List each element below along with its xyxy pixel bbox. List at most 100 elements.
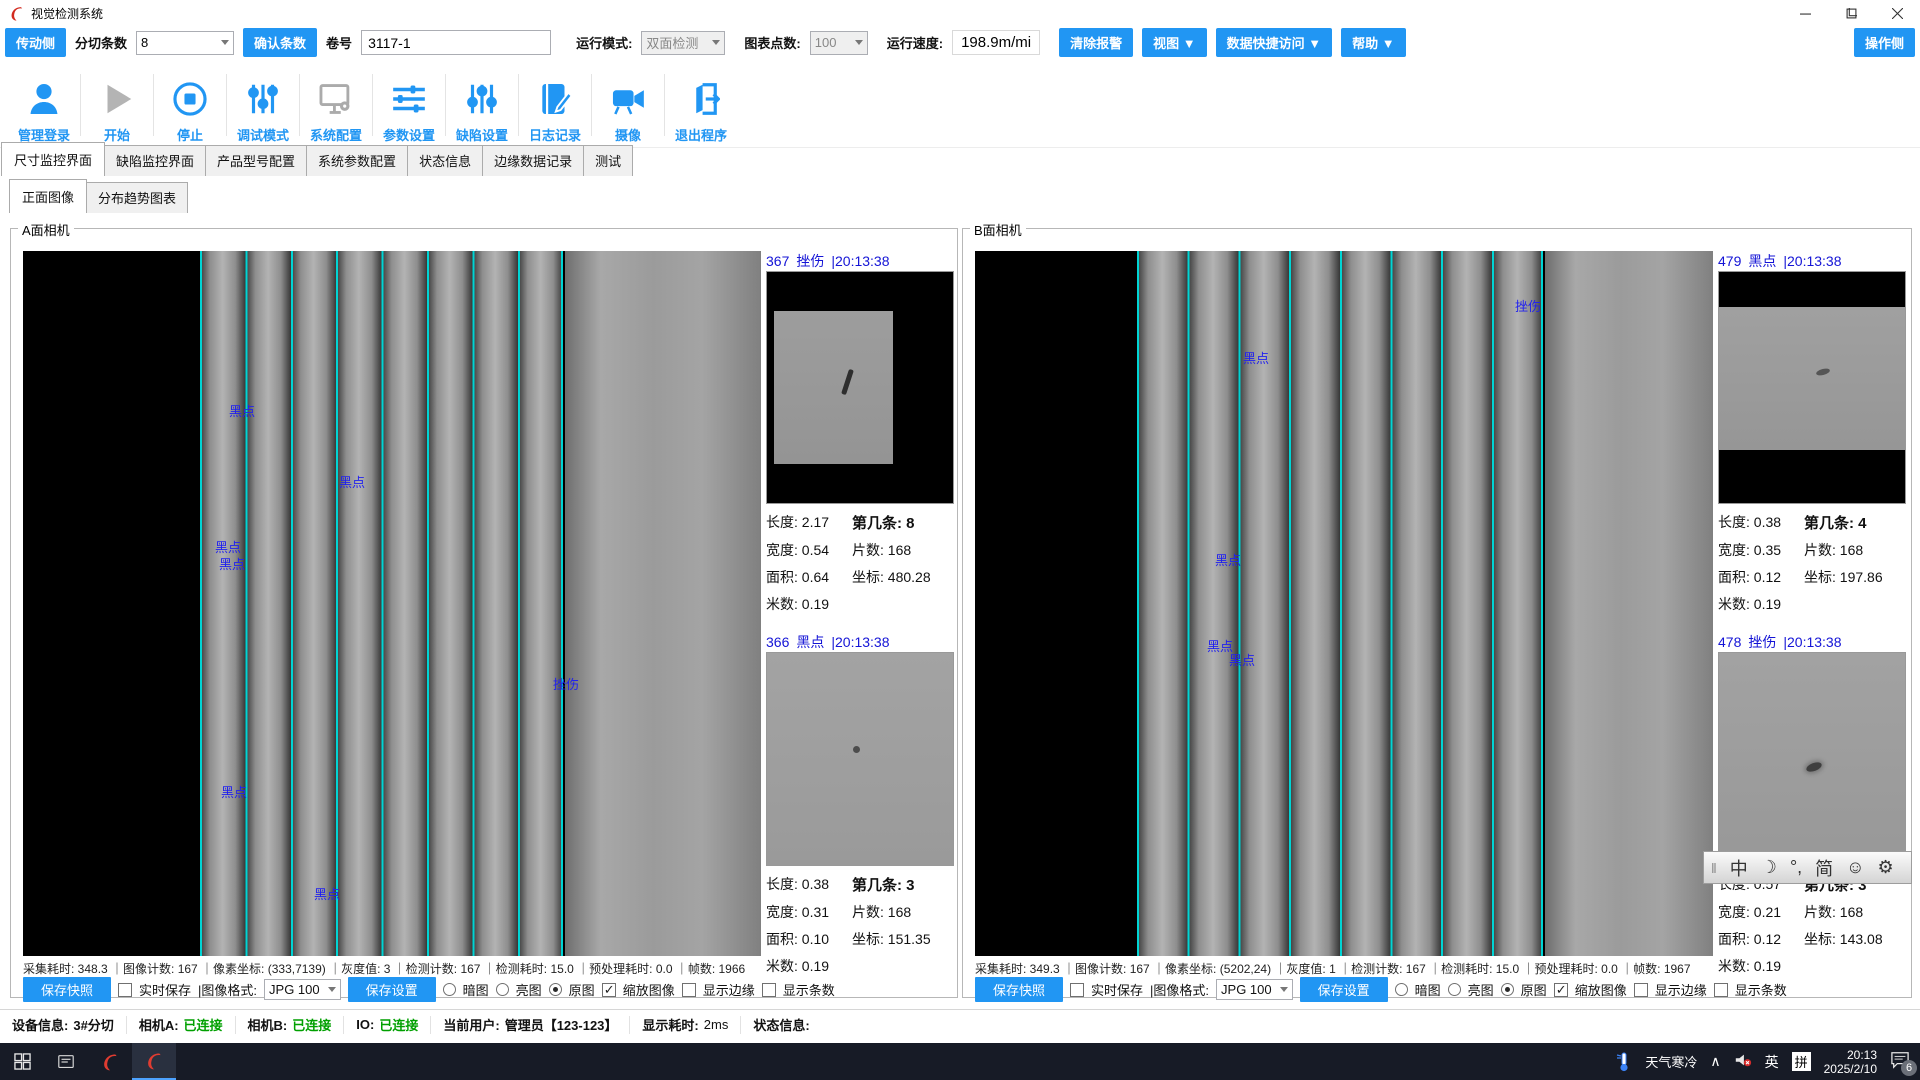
tab-defect-monitor[interactable]: 缺陷监控界面	[104, 145, 206, 176]
defect-type: 黑点	[796, 632, 824, 652]
manage-login-button[interactable]: 管理登录	[8, 66, 80, 144]
defect-card-header: 478 挫伤 |20:13:38	[1718, 632, 1908, 652]
stat-strip-index: 第几条: 4	[1804, 512, 1908, 533]
tab-test[interactable]: 测试	[583, 145, 633, 176]
task-view-button[interactable]	[44, 1043, 88, 1080]
start-menu-button[interactable]	[0, 1043, 44, 1080]
ime-toolbar[interactable]: ‖ 中 ☽ °, 简 ☺ ⚙	[1703, 851, 1912, 884]
acquisition-info: 采集耗时: 349.3 ｜图像计数: 167 ｜像素坐标: (5202,24) …	[975, 960, 1691, 977]
ime-lang-toggle[interactable]: 中	[1730, 855, 1748, 881]
tray-expand-chevron[interactable]: ∧	[1710, 1053, 1720, 1070]
panel-camera-a: A面相机 黑点 黑点 黑点 黑点 挫伤 黑点 黑点 367 挫伤 |20:13:…	[10, 228, 958, 998]
log-record-button[interactable]: 日志记录	[519, 66, 591, 144]
realtime-save-checkbox[interactable]	[118, 983, 132, 997]
roll-input[interactable]	[361, 30, 551, 55]
tab-front-image[interactable]: 正面图像	[9, 179, 87, 213]
defect-card[interactable]: 478 挫伤 |20:13:38 长度: 0.57 第几条: 3 宽度: 0.2…	[1718, 632, 1908, 976]
tab-status-info[interactable]: 状态信息	[407, 145, 483, 176]
weather-text[interactable]: 天气寒冷	[1645, 1052, 1697, 1071]
bright-image-radio[interactable]	[496, 983, 509, 996]
close-button[interactable]	[1874, 0, 1920, 27]
save-settings-button[interactable]: 保存设置	[1300, 977, 1388, 1002]
show-edge-checkbox[interactable]	[682, 983, 696, 997]
chart-points-select[interactable]: 100	[810, 31, 868, 55]
ime-simplified-toggle[interactable]: 简	[1815, 855, 1833, 881]
defect-marker: 黑点	[219, 554, 245, 573]
pinned-app-icon[interactable]	[88, 1043, 132, 1080]
title-bar: 视觉检测系统	[0, 0, 1920, 27]
original-image-radio[interactable]	[549, 983, 562, 996]
defect-type: 黑点	[1748, 251, 1776, 271]
maximize-button[interactable]	[1828, 0, 1874, 27]
defect-card[interactable]: 367 挫伤 |20:13:38 长度: 2.17 第几条: 8 宽度: 0.5…	[766, 251, 956, 614]
run-mode-select[interactable]: 双面检测	[641, 31, 725, 55]
system-config-button[interactable]: 系统配置	[300, 66, 372, 144]
defect-settings-button[interactable]: 缺陷设置	[446, 66, 518, 144]
param-settings-button[interactable]: 参数设置	[373, 66, 445, 144]
start-button[interactable]: 开始	[81, 66, 153, 144]
language-indicator[interactable]: 英	[1765, 1052, 1779, 1072]
clock[interactable]: 20:13 2025/2/10	[1824, 1048, 1877, 1076]
ime-halfwidth-icon[interactable]: ☽	[1761, 857, 1777, 878]
active-app-icon[interactable]	[132, 1043, 176, 1080]
image-format-select[interactable]: JPG 100	[264, 979, 341, 1000]
save-snapshot-button[interactable]: 保存快照	[975, 977, 1063, 1002]
side-left-button[interactable]: 传动侧	[5, 28, 66, 57]
save-settings-button[interactable]: 保存设置	[348, 977, 436, 1002]
defect-card[interactable]: 366 黑点 |20:13:38 长度: 0.38 第几条: 3 宽度: 0.3…	[766, 632, 956, 976]
confirm-count-button[interactable]: 确认条数	[243, 28, 317, 57]
clear-alarm-button[interactable]: 清除报警	[1059, 28, 1133, 57]
tab-product-model[interactable]: 产品型号配置	[205, 145, 307, 176]
stat-strip-index: 第几条: 8	[852, 512, 956, 533]
slit-count-label: 分切条数	[75, 33, 127, 52]
chevron-down-icon	[221, 40, 229, 45]
ime-mode-indicator[interactable]: 拼	[1792, 1052, 1811, 1071]
camera-b-image[interactable]: 挫伤 黑点 黑点 黑点 黑点	[975, 251, 1713, 956]
ime-drag-handle[interactable]: ‖	[1711, 860, 1717, 876]
help-menu-button[interactable]: 帮助 ▼	[1341, 28, 1405, 57]
defect-type: 挫伤	[1748, 632, 1776, 652]
panel-a-title: A面相机	[18, 220, 74, 239]
dark-image-radio[interactable]	[1395, 983, 1408, 996]
exit-program-button[interactable]: 退出程序	[665, 66, 737, 144]
ime-settings-icon[interactable]: ⚙	[1878, 857, 1894, 878]
tab-edge-data[interactable]: 边缘数据记录	[482, 145, 584, 176]
zoom-image-checkbox[interactable]	[1554, 983, 1568, 997]
defect-card-header: 367 挫伤 |20:13:38	[766, 251, 956, 271]
stat-length: 长度: 2.17	[766, 512, 852, 533]
tab-trend-chart[interactable]: 分布趋势图表	[86, 182, 188, 213]
defect-marker: 黑点	[221, 782, 247, 801]
show-count-checkbox[interactable]	[762, 983, 776, 997]
ime-punctuation-icon[interactable]: °,	[1790, 857, 1802, 878]
show-edge-checkbox[interactable]	[1634, 983, 1648, 997]
volume-muted-icon[interactable]	[1734, 1052, 1752, 1071]
tab-system-params[interactable]: 系统参数配置	[306, 145, 408, 176]
save-snapshot-button[interactable]: 保存快照	[23, 977, 111, 1002]
zoom-image-checkbox[interactable]	[602, 983, 616, 997]
camera-a-image[interactable]: 黑点 黑点 黑点 黑点 挫伤 黑点 黑点	[23, 251, 761, 956]
slit-count-select[interactable]: 8	[136, 31, 234, 55]
side-right-button[interactable]: 操作侧	[1854, 28, 1915, 57]
show-count-checkbox[interactable]	[1714, 983, 1728, 997]
notification-center-button[interactable]: 6	[1890, 1051, 1910, 1072]
camera-capture-button[interactable]: 摄像	[592, 66, 664, 144]
chevron-down-icon	[855, 40, 863, 45]
data-access-menu-button[interactable]: 数据快捷访问 ▼	[1216, 28, 1332, 57]
speed-label: 运行速度:	[887, 33, 943, 52]
minimize-button[interactable]	[1782, 0, 1828, 27]
defect-id: 366	[766, 634, 789, 650]
original-image-radio[interactable]	[1501, 983, 1514, 996]
video-camera-icon	[609, 80, 647, 118]
defect-card[interactable]: 479 黑点 |20:13:38 长度: 0.38 第几条: 4 宽度: 0.3…	[1718, 251, 1908, 614]
tab-size-monitor[interactable]: 尺寸监控界面	[1, 142, 105, 176]
stat-pieces: 片数: 168	[1804, 902, 1908, 922]
view-menu-button[interactable]: 视图 ▼	[1142, 28, 1206, 57]
bright-image-radio[interactable]	[1448, 983, 1461, 996]
ime-emoji-icon[interactable]: ☺	[1846, 857, 1864, 878]
realtime-save-checkbox[interactable]	[1070, 983, 1084, 997]
debug-mode-button[interactable]: 调试模式	[227, 66, 299, 144]
dark-image-radio[interactable]	[443, 983, 456, 996]
defect-marker: 黑点	[229, 401, 255, 420]
stop-button[interactable]: 停止	[154, 66, 226, 144]
image-format-select[interactable]: JPG 100	[1216, 979, 1293, 1000]
